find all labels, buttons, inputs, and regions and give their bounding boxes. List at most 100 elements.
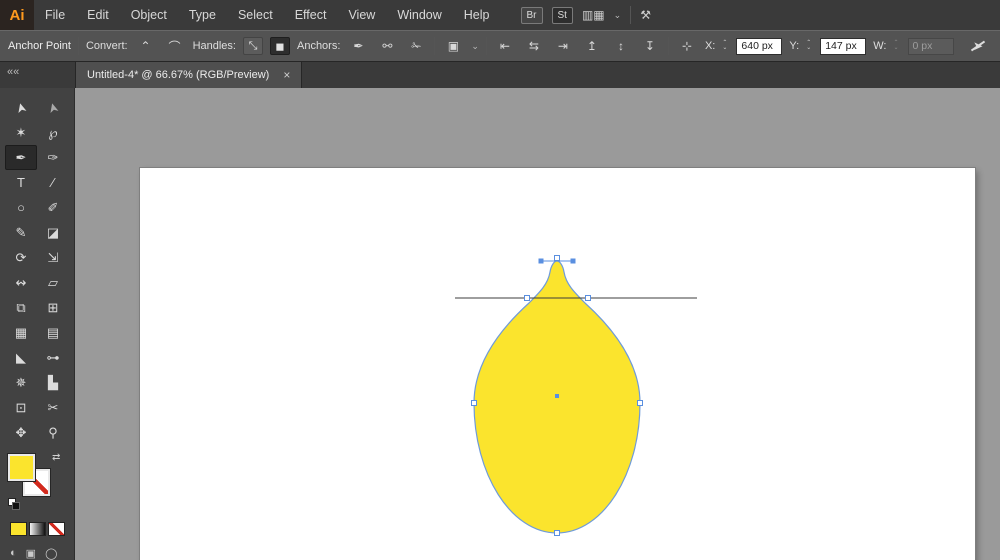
align-left-button[interactable]: ⇤	[494, 36, 516, 56]
mesh-tool[interactable]: ▦	[5, 320, 37, 345]
pen-tool[interactable]: ✒	[5, 145, 37, 170]
menu-item-help[interactable]: Help	[453, 0, 501, 30]
align-middle-vertical-button[interactable]: ↕	[610, 36, 632, 56]
eyedropper-tool[interactable]: ◣	[5, 345, 37, 370]
menu-bar: Ai File Edit Object Type Select Effect View Win…	[0, 0, 1000, 30]
draw-normal-mode-button[interactable]: ◐	[10, 547, 17, 560]
hand-tool[interactable]: ✥	[5, 420, 37, 445]
y-stepper[interactable]: ⌃ ⌄	[806, 40, 811, 51]
line-segment-tool[interactable]: ∕	[37, 170, 69, 195]
arrange-documents-icon[interactable]: ▥▦	[582, 8, 605, 22]
direct-selection-tool[interactable]: ➤	[37, 95, 69, 120]
default-fill-stroke-icon[interactable]	[8, 498, 22, 510]
artboard-tool-icon: ⊡	[15, 399, 27, 415]
connect-anchors-button[interactable]: ⚯	[376, 36, 398, 56]
collapse-panels-icon[interactable]: ««	[7, 66, 19, 78]
none-button[interactable]	[48, 522, 65, 536]
slice-tool[interactable]: ✂	[37, 395, 69, 420]
menu-items: File Edit Object Type Select Effect View Window…	[34, 0, 501, 30]
canvas-area[interactable]	[75, 88, 1000, 560]
selection-tool[interactable]: ➤	[5, 95, 37, 120]
anchor-point-solid[interactable]	[538, 258, 544, 264]
perspective-grid-tool[interactable]: ⊞	[37, 295, 69, 320]
x-stepper[interactable]: ⌃ ⌄	[722, 40, 727, 51]
graphic-styles-button[interactable]: St	[551, 6, 573, 24]
align-right-button[interactable]: ⇥	[552, 36, 574, 56]
color-button[interactable]	[10, 522, 27, 536]
arrange-documents-caret-icon[interactable]: ⌄	[614, 10, 622, 21]
transform-reference-icon[interactable]: ⊹	[676, 36, 698, 56]
free-transform-tool[interactable]: ▱	[37, 270, 69, 295]
x-input[interactable]: 640 px	[736, 37, 783, 55]
anchor-point-hollow[interactable]	[471, 400, 477, 406]
anchor-point-solid[interactable]	[570, 258, 576, 264]
gradient-tool[interactable]: ▤	[37, 320, 69, 345]
align-bottom-button[interactable]: ↧	[639, 36, 661, 56]
convert-smooth-button[interactable]: ⌒	[164, 36, 186, 56]
cut-path-button[interactable]: ✁	[405, 36, 427, 56]
show-handles-button[interactable]: ⤡	[242, 37, 263, 55]
zoom-tool[interactable]: ⚲	[37, 420, 69, 445]
lasso-tool[interactable]: ℘	[37, 120, 69, 145]
align-center-horizontal-button[interactable]: ⇆	[523, 36, 545, 56]
anchor-point-hollow[interactable]	[637, 400, 643, 406]
shape-builder-tool[interactable]: ⧉	[5, 295, 37, 320]
width-tool-icon: ↭	[15, 274, 27, 290]
anchor-point-hollow[interactable]	[524, 295, 530, 301]
symbol-sprayer-tool[interactable]: ✵	[5, 370, 37, 395]
app-logo: Ai	[0, 0, 34, 30]
no-constrain-icon: ➤	[968, 38, 988, 54]
menu-item-view[interactable]: View	[337, 0, 386, 30]
tool-panel: ➤ ➤ ✶ ℘ ✒ ✑ T ∕ ○ ✐ ✎ ◪ ⟳ ⇲ ↭ ▱ ⧉ ⊞ ▦ ▤ ◣ ⊶ ✵ ▙ ⊡ ✂ ✥ ⚲ ⇄ ◐ ▣ ◯	[0, 88, 75, 560]
symbol-sprayer-tool-icon: ✵	[15, 374, 27, 390]
scale-tool[interactable]: ⇲	[37, 245, 69, 270]
scale-tool-icon: ⇲	[47, 249, 59, 265]
blend-tool-icon: ⊶	[46, 349, 60, 365]
column-graph-tool[interactable]: ▙	[37, 370, 69, 395]
rotate-tool[interactable]: ⟳	[5, 245, 37, 270]
type-tool[interactable]: T	[5, 170, 37, 195]
anchor-point-hollow[interactable]	[554, 530, 560, 536]
swap-fill-stroke-icon[interactable]: ⇄	[52, 452, 60, 463]
tab-close-icon[interactable]: ×	[283, 68, 290, 82]
select-similar-button[interactable]: ▣	[442, 36, 464, 56]
lasso-tool-icon: ℘	[48, 124, 58, 140]
screen-mode-button[interactable]: ◯	[45, 547, 57, 560]
fill-swatch[interactable]	[7, 453, 36, 482]
gradient-button[interactable]	[29, 522, 46, 536]
pencil-tool-icon: ✎	[15, 224, 27, 240]
paintbrush-tool[interactable]: ✐	[37, 195, 69, 220]
menu-item-select[interactable]: Select	[227, 0, 284, 30]
width-tool[interactable]: ↭	[5, 270, 37, 295]
document-tab[interactable]: Untitled-4* @ 66.67% (RGB/Preview) ×	[75, 62, 303, 88]
convert-corner-button[interactable]: ⌃	[135, 36, 157, 56]
remove-anchor-button[interactable]: ✒	[347, 36, 369, 56]
menu-item-file[interactable]: File	[34, 0, 76, 30]
draw-behind-mode-button[interactable]: ▣	[26, 547, 36, 560]
magic-wand-tool[interactable]: ✶	[5, 120, 37, 145]
menu-item-object[interactable]: Object	[120, 0, 178, 30]
menu-item-window[interactable]: Window	[386, 0, 452, 30]
zoom-tool-icon: ⚲	[48, 424, 58, 440]
document-stage[interactable]	[75, 88, 1000, 560]
anchor-point-center[interactable]	[555, 394, 559, 398]
blend-tool[interactable]: ⊶	[37, 345, 69, 370]
menu-item-effect[interactable]: Effect	[284, 0, 338, 30]
align-top-button[interactable]: ↥	[581, 36, 603, 56]
anchor-point-hollow[interactable]	[585, 295, 591, 301]
hide-handles-button[interactable]: ◼	[269, 37, 290, 55]
artboard-tool[interactable]: ⊡	[5, 395, 37, 420]
pencil-tool[interactable]: ✎	[5, 220, 37, 245]
menu-item-edit[interactable]: Edit	[76, 0, 120, 30]
workspace-switcher-icon[interactable]: ⚒	[640, 8, 651, 22]
select-similar-caret-icon[interactable]: ⌄	[471, 41, 479, 52]
anchor-point-hollow[interactable]	[554, 255, 560, 261]
menu-item-type[interactable]: Type	[178, 0, 227, 30]
ellipse-tool[interactable]: ○	[5, 195, 37, 220]
brushes-button[interactable]: Br	[520, 6, 543, 24]
convert-label: Convert:	[85, 40, 128, 52]
y-input[interactable]: 147 px	[820, 37, 867, 55]
curvature-tool[interactable]: ✑	[37, 145, 69, 170]
eraser-tool[interactable]: ◪	[37, 220, 69, 245]
color-type-row	[10, 522, 74, 536]
